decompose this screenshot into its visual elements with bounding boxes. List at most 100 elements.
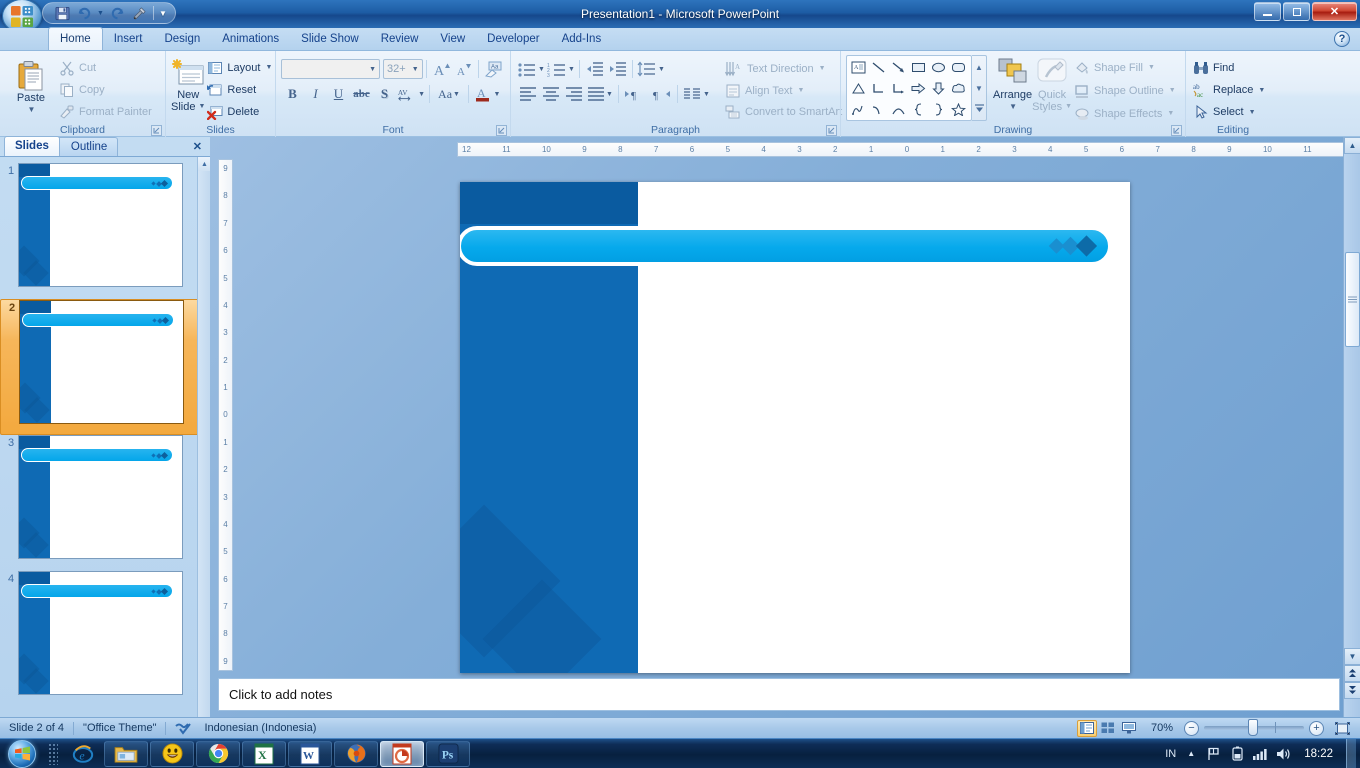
shape-triangle[interactable]: [848, 78, 868, 99]
columns-button[interactable]: ▼: [681, 83, 711, 105]
increase-indent-button[interactable]: [606, 58, 629, 80]
clear-formatting-button[interactable]: Aa: [482, 58, 505, 80]
format-painter-button[interactable]: Format Painter: [57, 101, 157, 122]
font-dialog-launcher[interactable]: [496, 125, 507, 136]
tab-animations[interactable]: Animations: [211, 29, 290, 50]
reset-button[interactable]: Reset: [205, 79, 277, 100]
minimize-button[interactable]: [1254, 2, 1281, 21]
customize-qat-button[interactable]: ▼: [157, 4, 169, 23]
shapes-more-button[interactable]: [973, 100, 986, 118]
align-center-button[interactable]: [539, 83, 562, 105]
slide-thumbnail-image[interactable]: [19, 300, 184, 424]
slide-show-view-button[interactable]: [1119, 720, 1139, 737]
shape-rectangle[interactable]: [908, 57, 928, 78]
show-hidden-icons-button[interactable]: ▲: [1183, 746, 1199, 762]
zoom-out-button[interactable]: −: [1184, 720, 1199, 736]
font-size-input[interactable]: 32+ ▼: [383, 59, 423, 79]
shapes-gallery[interactable]: A: [846, 55, 972, 121]
font-color-button[interactable]: A ▼: [472, 83, 502, 105]
bold-button[interactable]: B: [281, 83, 304, 105]
shape-elbow-arrow-connector[interactable]: [888, 78, 908, 99]
character-spacing-button[interactable]: AV ▼: [396, 83, 426, 105]
zoom-slider-track[interactable]: [1204, 719, 1304, 736]
spell-check-status[interactable]: [166, 718, 195, 739]
shape-right-arrow[interactable]: [908, 78, 928, 99]
clipboard-dialog-launcher[interactable]: [151, 125, 162, 136]
tab-insert[interactable]: Insert: [103, 29, 154, 50]
tab-design[interactable]: Design: [153, 29, 211, 50]
ltr-direction-button[interactable]: ¶: [622, 83, 648, 105]
shape-arrow[interactable]: [888, 57, 908, 78]
tray-language-indicator[interactable]: IN: [1165, 748, 1176, 760]
undo-dropdown-button[interactable]: ▼: [95, 4, 106, 23]
shrink-font-button[interactable]: A: [452, 58, 475, 80]
tab-slide-show[interactable]: Slide Show: [290, 29, 370, 50]
battery-icon[interactable]: [1229, 746, 1245, 762]
normal-view-button[interactable]: [1076, 719, 1097, 737]
shape-cloud[interactable]: [948, 78, 968, 99]
zoom-slider-handle[interactable]: [1248, 719, 1258, 736]
tab-review[interactable]: Review: [370, 29, 430, 50]
network-signal-icon[interactable]: [1252, 746, 1268, 762]
tab-add-ins[interactable]: Add-Ins: [551, 29, 613, 50]
taskbar-windows-explorer[interactable]: [104, 740, 148, 767]
align-text-button[interactable]: Align Text ▼: [723, 81, 859, 101]
tab-view[interactable]: View: [429, 29, 476, 50]
replace-button[interactable]: ab ac Replace ▼: [1191, 80, 1270, 100]
shape-right-brace[interactable]: [928, 99, 948, 120]
slides-panel-scrollbar[interactable]: ▲: [197, 157, 211, 717]
justify-button[interactable]: ▼: [585, 83, 615, 105]
tab-home[interactable]: Home: [48, 27, 103, 50]
taskbar-google-chrome[interactable]: [196, 740, 240, 767]
numbering-button[interactable]: 123 ▼: [546, 58, 576, 80]
taskbar-clock[interactable]: 18:22: [1298, 748, 1339, 760]
shape-fill-button[interactable]: Shape Fill ▼: [1072, 57, 1181, 78]
slide-thumbnail-image[interactable]: [18, 435, 183, 559]
shapes-scroll-down-button[interactable]: ▼: [973, 79, 986, 97]
shape-left-brace[interactable]: [908, 99, 928, 120]
shape-rounded-rectangle[interactable]: [948, 57, 968, 78]
undo-button[interactable]: [73, 4, 95, 23]
shape-effects-button[interactable]: Shape Effects ▼: [1072, 103, 1181, 124]
new-slide-button[interactable]: New Slide ▼: [171, 54, 205, 122]
drawing-dialog-launcher[interactable]: [1171, 125, 1182, 136]
slide-thumbnail-image[interactable]: [18, 571, 183, 695]
vertical-ruler[interactable]: 9 8 7 6 5 4 3 2 1 0 1 2 3 4 5 6 7 8 9: [218, 159, 233, 671]
horizontal-ruler[interactable]: 12 11 10 9 8 7 6 5 4 3 2 1 0 1 2 3 4 5 6…: [457, 142, 1357, 157]
align-left-button[interactable]: [516, 83, 539, 105]
slide-sorter-view-button[interactable]: [1098, 720, 1118, 737]
bullets-button[interactable]: ▼: [516, 58, 546, 80]
save-button[interactable]: [51, 4, 73, 23]
show-desktop-button[interactable]: [1346, 738, 1356, 768]
strikethrough-button[interactable]: abc: [350, 83, 373, 105]
slide-canvas[interactable]: [460, 182, 1130, 673]
scroll-up-button[interactable]: ▲: [1344, 137, 1360, 154]
find-button[interactable]: Find: [1191, 58, 1270, 78]
decrease-indent-button[interactable]: [583, 58, 606, 80]
tab-developer[interactable]: Developer: [476, 29, 550, 50]
fit-to-window-button[interactable]: [1332, 720, 1352, 737]
next-slide-button[interactable]: [1344, 682, 1360, 699]
slide-position-status[interactable]: Slide 2 of 4: [0, 718, 73, 739]
paste-button[interactable]: Paste ▼: [5, 54, 57, 122]
zoom-in-button[interactable]: +: [1309, 720, 1324, 736]
restore-button[interactable]: [1283, 2, 1310, 21]
arrange-button[interactable]: Arrange ▼: [993, 55, 1032, 113]
rtl-direction-button[interactable]: ¶: [648, 83, 674, 105]
taskbar-microsoft-word[interactable]: W: [288, 740, 332, 767]
shapes-scroll-up-button[interactable]: ▲: [973, 58, 986, 76]
shape-text-box[interactable]: A: [848, 57, 868, 78]
slide-vertical-scrollbar[interactable]: ▲ ▼: [1343, 137, 1360, 717]
shape-star[interactable]: [948, 99, 968, 120]
action-center-flag-icon[interactable]: [1206, 746, 1222, 762]
help-button[interactable]: ?: [1334, 31, 1350, 47]
convert-to-smartart-button[interactable]: Convert to SmartArt ▼: [723, 102, 859, 122]
slide-thumbnail-4[interactable]: 4: [0, 571, 210, 707]
shape-elbow-connector[interactable]: [868, 78, 888, 99]
text-direction-button[interactable]: A Text Direction ▼: [723, 59, 859, 79]
scrollbar-thumb[interactable]: [1345, 252, 1360, 347]
shape-curve[interactable]: [868, 99, 888, 120]
scroll-down-button[interactable]: ▼: [1344, 648, 1360, 665]
italic-button[interactable]: I: [304, 83, 327, 105]
slide-thumbnail-1[interactable]: 1: [0, 163, 210, 299]
